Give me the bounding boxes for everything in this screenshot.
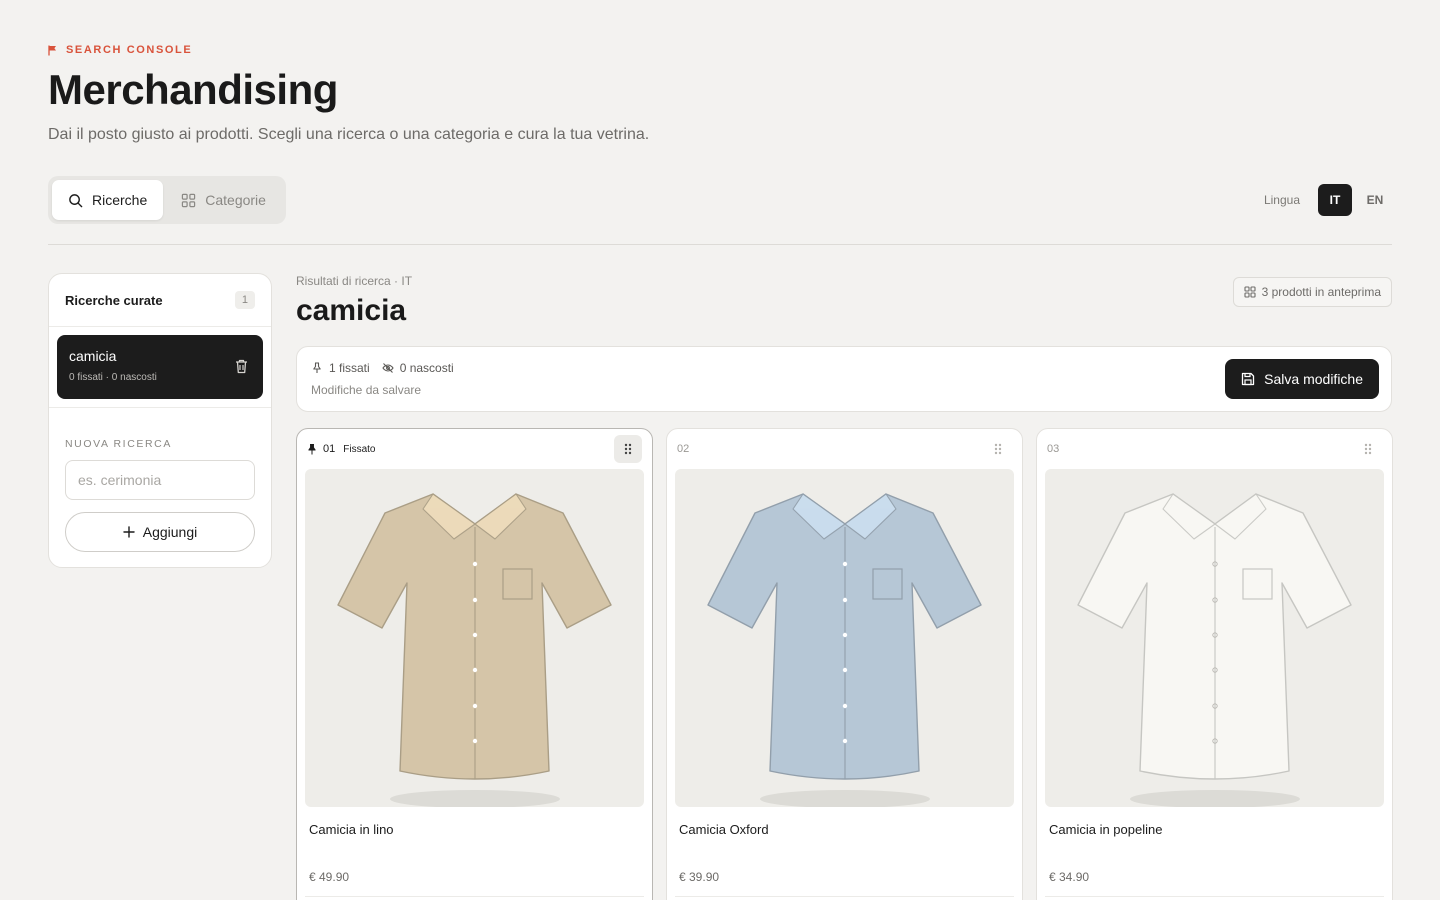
panel-header: Ricerche curate 1 (49, 274, 271, 327)
trash-icon[interactable] (234, 358, 249, 374)
product-price: € 34.90 (1049, 870, 1090, 884)
product-grid: 01 Fissato Camicia in lino € 49.90 02 Ca… (296, 428, 1393, 900)
drag-handle[interactable] (984, 435, 1012, 463)
page-header: SEARCH CONSOLE Merchandising Dai il post… (48, 44, 1392, 144)
eyebrow-text: SEARCH CONSOLE (66, 44, 193, 56)
pinned-label: Fissato (343, 443, 376, 455)
card-divider (675, 896, 1014, 897)
page-eyebrow: SEARCH CONSOLE (48, 44, 1392, 56)
language-en-button[interactable]: EN (1358, 184, 1392, 216)
preview-badge: 3 prodotti in anteprima (1232, 277, 1392, 307)
search-icon (69, 193, 83, 207)
plus-icon (123, 526, 135, 538)
product-image (1045, 469, 1384, 807)
header-divider (48, 244, 1392, 245)
product-name: Camicia Oxford (679, 822, 769, 837)
grid-icon (182, 193, 196, 207)
card-divider (305, 896, 644, 897)
add-search-button[interactable]: Aggiungi (65, 512, 255, 552)
language-label: Lingua (1263, 193, 1300, 207)
results-title: camicia (296, 294, 407, 327)
eye-off-icon (382, 363, 394, 373)
pin-icon (313, 362, 321, 373)
product-name: Camicia in lino (309, 822, 394, 837)
drag-handle[interactable] (614, 435, 642, 463)
hidden-count: 0 nascosti (399, 361, 454, 375)
product-card[interactable]: 02 Camicia Oxford € 39.90 (666, 428, 1023, 900)
panel-divider (49, 407, 271, 408)
product-card[interactable]: 01 Fissato Camicia in lino € 49.90 (296, 428, 653, 900)
product-card[interactable]: 03 Camicia in popeline € 34.90 (1036, 428, 1393, 900)
product-name: Camicia in popeline (1049, 822, 1163, 837)
card-position: 02 (677, 443, 689, 455)
panel-title: Ricerche curate (65, 292, 163, 308)
drag-handle-icon (624, 443, 632, 455)
position-number: 02 (677, 443, 690, 455)
curated-searches-panel: Ricerche curate 1 camicia 0 fissati · 0 … (48, 273, 272, 568)
card-divider (1045, 896, 1384, 897)
save-icon (1242, 372, 1255, 386)
language-it-button[interactable]: IT (1318, 184, 1352, 216)
drag-handle-icon (1364, 443, 1372, 455)
new-search-input[interactable] (65, 460, 255, 500)
card-header: 02 (667, 429, 1022, 469)
drag-handle[interactable] (1354, 435, 1382, 463)
pinned-count: 1 fissati (329, 361, 370, 375)
pinned-stat: 1 fissati (311, 361, 370, 375)
curated-search-item[interactable]: camicia 0 fissati · 0 nascosti (57, 335, 263, 399)
search-item-meta: 0 fissati · 0 nascosti (69, 372, 157, 383)
flag-icon (48, 45, 56, 55)
shirt-illustration (707, 493, 982, 807)
language-switcher: Lingua IT EN (1264, 184, 1392, 216)
view-tabs: Ricerche Categorie (48, 176, 286, 224)
shirt-illustration (337, 493, 612, 807)
tab-label: Ricerche (92, 192, 148, 208)
card-position: 03 (1047, 443, 1059, 455)
shirt-illustration (1077, 493, 1352, 807)
grid-icon (1244, 286, 1256, 298)
page-subtitle: Dai il posto giusto ai prodotti. Scegli … (48, 126, 650, 143)
card-header: 01 Fissato (297, 429, 652, 469)
add-button-label: Aggiungi (142, 524, 198, 540)
changes-bar: 1 fissati 0 nascosti Modifiche da salvar… (296, 346, 1392, 412)
page-title: Merchandising (48, 66, 338, 113)
tab-label: Categorie (205, 192, 266, 208)
stats-row: 1 fissati 0 nascosti (311, 361, 454, 375)
count-badge: 1 (234, 291, 255, 309)
pin-icon (308, 443, 316, 454)
card-header: 03 (1037, 429, 1392, 469)
position-number: 01 (323, 443, 336, 455)
card-position: 01 Fissato (307, 443, 375, 455)
tab-categorie[interactable]: Categorie (165, 180, 282, 220)
drag-handle-icon (994, 443, 1002, 455)
position-number: 03 (1047, 443, 1060, 455)
save-button[interactable]: Salva modifiche (1225, 359, 1379, 399)
product-image (675, 469, 1014, 807)
product-price: € 49.90 (309, 870, 350, 884)
product-price: € 39.90 (679, 870, 720, 884)
new-search-label: NUOVA RICERCA (65, 438, 172, 450)
tab-ricerche[interactable]: Ricerche (52, 180, 164, 220)
hidden-stat: 0 nascosti (382, 361, 454, 375)
preview-badge-text: 3 prodotti in anteprima (1261, 285, 1381, 299)
search-item-name: camicia (69, 348, 117, 364)
results-eyebrow: Risultati di ricerca · IT (296, 274, 413, 288)
save-button-label: Salva modifiche (1264, 371, 1363, 387)
unsaved-note: Modifiche da salvare (311, 383, 422, 397)
product-image (305, 469, 644, 807)
